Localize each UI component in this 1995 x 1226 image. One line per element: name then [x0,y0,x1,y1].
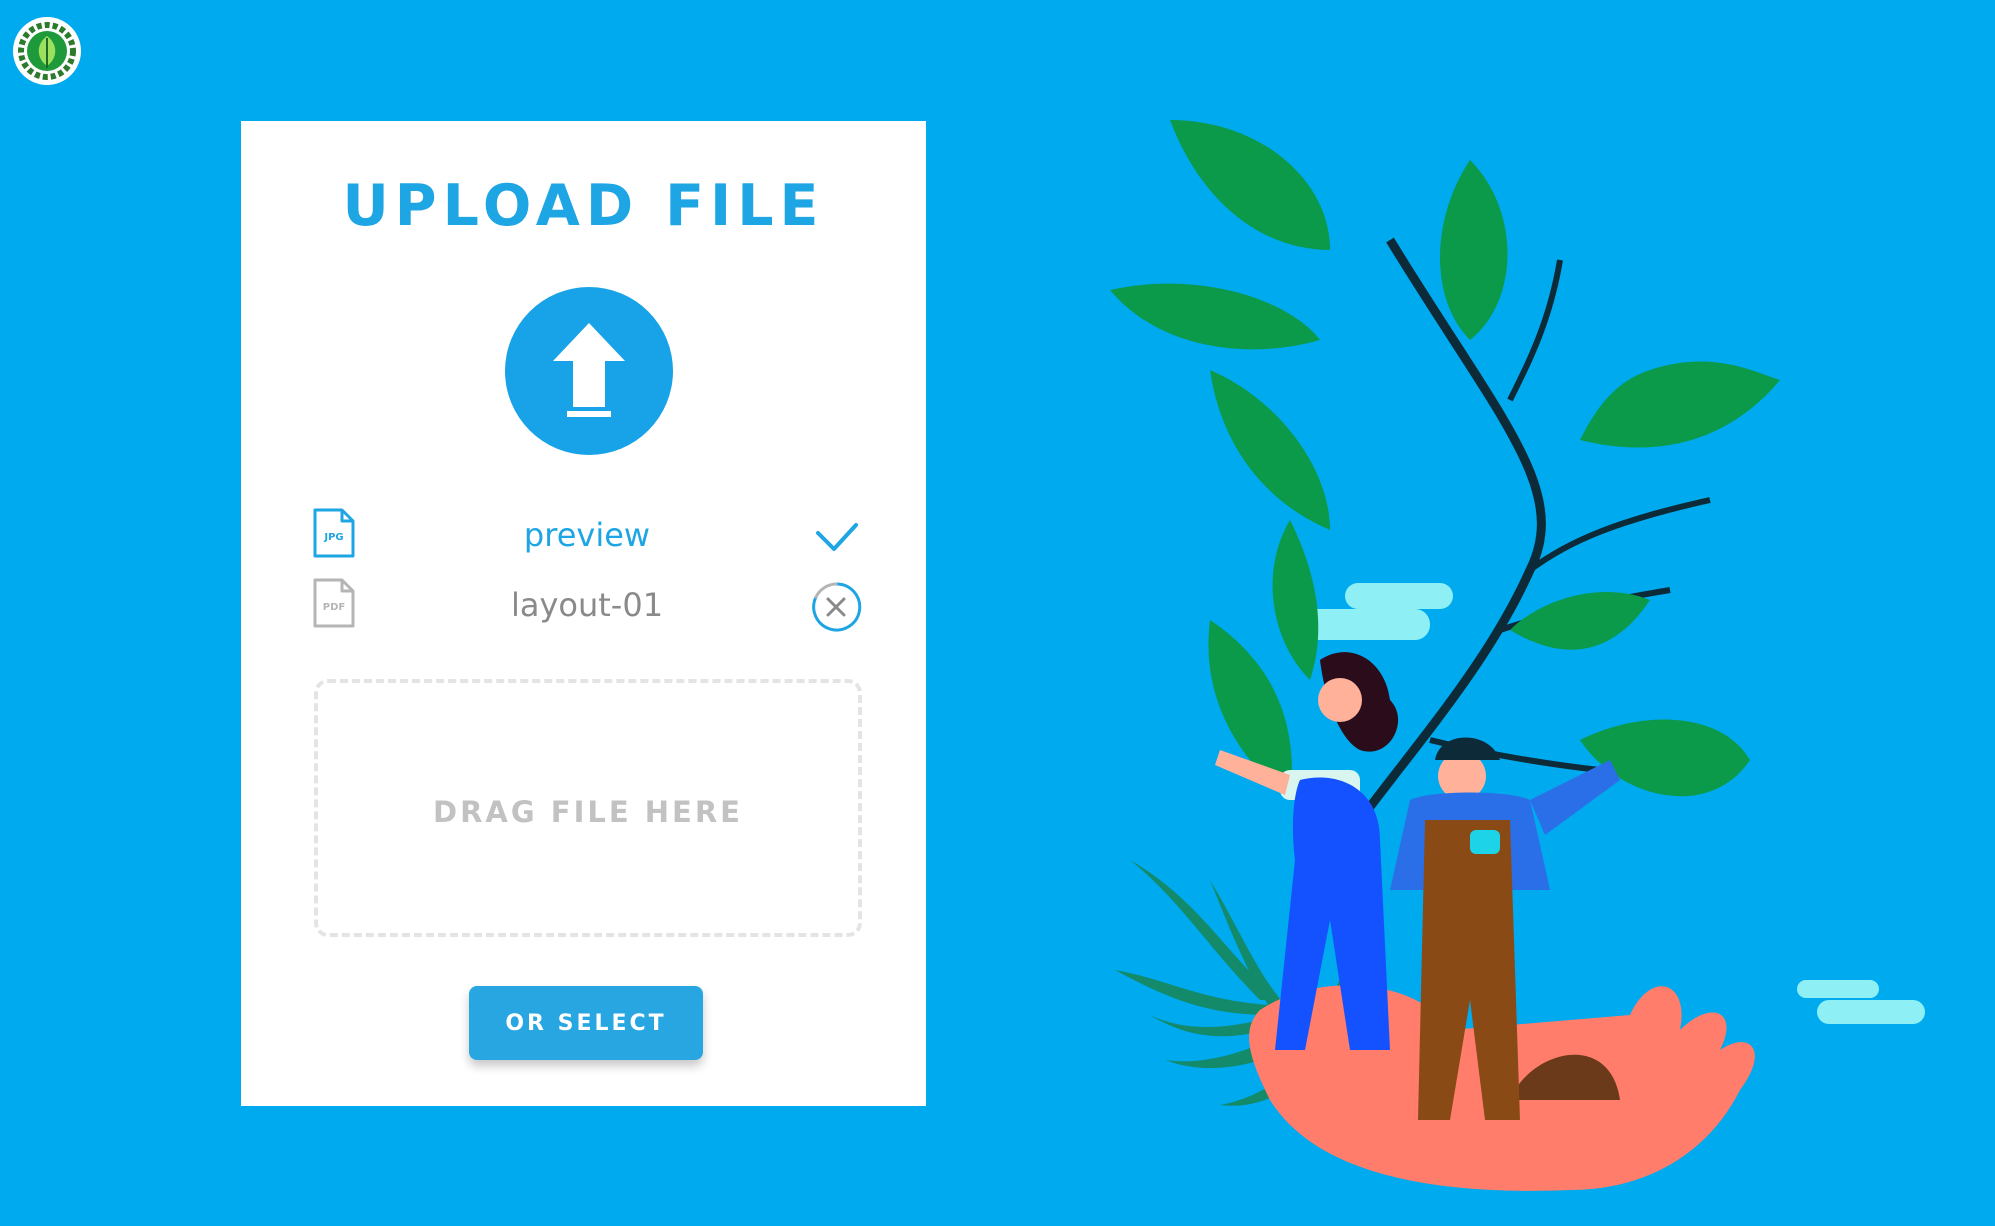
file-type-label: PDF [323,602,345,613]
file-item: JPG preview [312,507,862,563]
pdf-file-icon: PDF [312,577,356,629]
checkmark-icon [816,523,858,551]
upload-arrow-icon [553,323,625,417]
app-logo [12,16,82,86]
file-name: layout-01 [510,586,664,624]
close-circle-icon [812,582,862,632]
upload-button[interactable] [505,287,673,455]
file-name: preview [523,516,651,554]
jpg-file-icon: JPG [312,507,356,559]
file-item: PDF layout-01 [312,577,862,633]
page-title: UPLOAD FILE [342,173,825,239]
upload-card: UPLOAD FILE JPG preview PDF layout-01 DR… [241,121,926,1106]
gardeners-illustration [1110,120,1925,1191]
select-file-button[interactable]: OR SELECT [469,986,703,1060]
remove-file-button[interactable] [810,581,862,633]
file-type-label: JPG [323,532,343,543]
file-dropzone[interactable]: DRAG FILE HERE [314,679,862,937]
leaf-icon [1110,120,1780,800]
cloud-icon [1797,980,1925,1024]
leaf-gear-logo-icon [13,17,81,85]
dropzone-label: DRAG FILE HERE [433,795,743,829]
upload-complete-button[interactable] [810,511,862,563]
